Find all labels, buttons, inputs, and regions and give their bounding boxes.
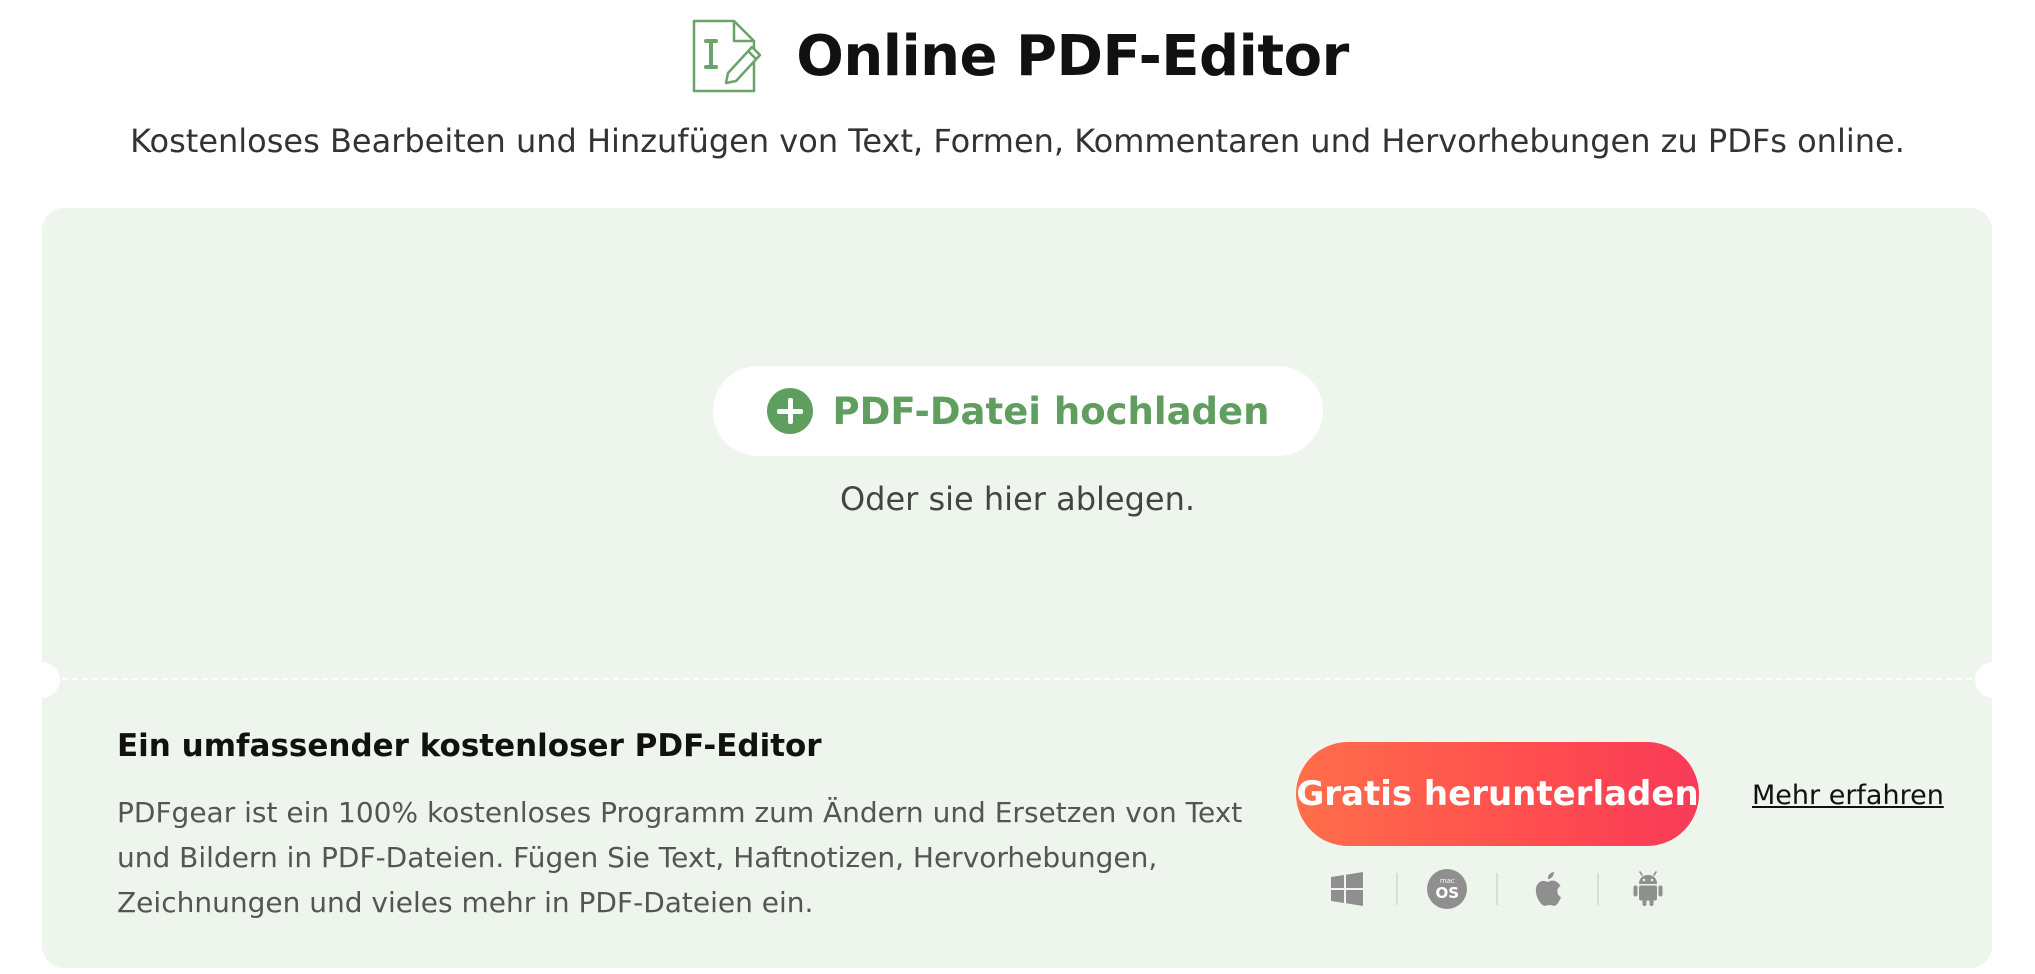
- more-info-link[interactable]: Mehr erfahren: [1752, 780, 1944, 811]
- windows-icon[interactable]: [1325, 867, 1369, 911]
- title-row: Online PDF-Editor: [0, 16, 2035, 96]
- card-notch-right: [1975, 662, 2011, 698]
- card-divider: [42, 678, 1992, 680]
- platform-icons: mac OS: [1325, 867, 1670, 911]
- header: Online PDF-Editor Kostenloses Bearbeiten…: [0, 0, 2035, 200]
- platform-separator: [1396, 873, 1399, 905]
- macos-icon[interactable]: mac OS: [1425, 867, 1469, 911]
- promo-title: Ein umfassender kostenloser PDF-Editor: [117, 728, 822, 764]
- page-subtitle: Kostenloses Bearbeiten und Hinzufügen vo…: [130, 122, 1905, 160]
- upload-pdf-label: PDF-Datei hochladen: [832, 389, 1270, 433]
- platform-separator: [1496, 873, 1499, 905]
- page-title: Online PDF-Editor: [796, 23, 1349, 89]
- plus-circle-icon: [766, 388, 813, 434]
- download-button[interactable]: Gratis herunterladen: [1296, 742, 1699, 846]
- document-edit-icon: [686, 16, 768, 96]
- drop-hint: Oder sie hier ablegen.: [839, 480, 1196, 518]
- page: Online PDF-Editor Kostenloses Bearbeiten…: [0, 0, 2035, 974]
- android-icon[interactable]: [1626, 867, 1670, 911]
- platform-separator: [1596, 873, 1599, 905]
- card-notch-left: [24, 662, 60, 698]
- macos-badge-text: OS: [1435, 883, 1460, 902]
- promo-description: PDFgear ist ein 100% kostenloses Program…: [117, 796, 1243, 919]
- apple-icon[interactable]: [1526, 867, 1570, 911]
- upload-pdf-button[interactable]: PDF-Datei hochladen: [713, 366, 1323, 456]
